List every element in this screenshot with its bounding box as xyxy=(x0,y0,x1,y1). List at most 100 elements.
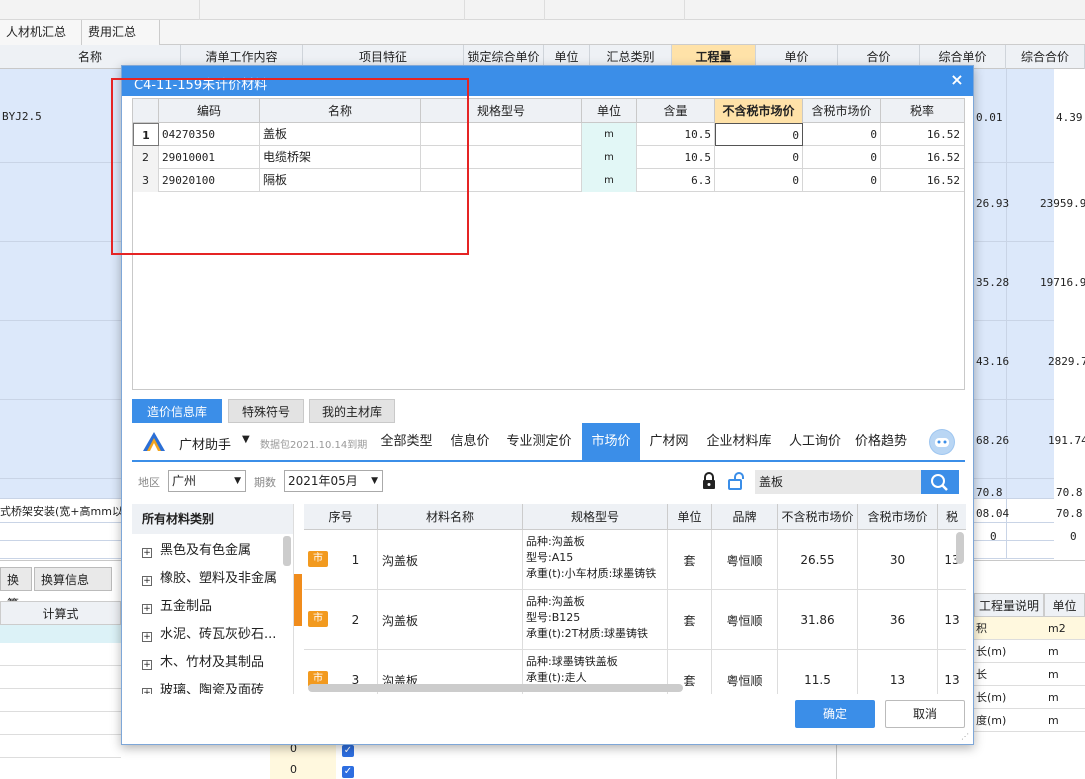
lower-header-unit[interactable]: 单位 xyxy=(1044,593,1085,617)
tree-header[interactable]: 所有材料类别 xyxy=(132,504,293,534)
table-row[interactable]: 3 29020100 隔板 m 6.3 0 0 16.52 xyxy=(133,169,964,192)
cell-unit[interactable]: m xyxy=(582,169,637,192)
col-name[interactable]: 名称 xyxy=(260,99,421,123)
cell-qty[interactable]: 10.5 xyxy=(637,146,715,169)
collapse-panel-handle[interactable] xyxy=(294,574,302,626)
expand-icon[interactable]: + xyxy=(142,688,152,694)
cell-price-in-tax[interactable]: 0 xyxy=(803,123,881,146)
col-unit[interactable]: 单位 xyxy=(668,504,712,530)
row-index[interactable]: 1 xyxy=(133,123,159,146)
cell-price-ex-tax[interactable]: 0 xyxy=(715,146,803,169)
lock-icon[interactable] xyxy=(699,471,719,491)
col-qty[interactable]: 含量 xyxy=(637,99,715,123)
col-price-in-tax[interactable]: 含税市场价 xyxy=(803,99,881,123)
chevron-down-icon[interactable]: ▼ xyxy=(242,434,250,445)
search-input[interactable]: 盖板 xyxy=(755,470,921,494)
cell-code[interactable]: 04270350 xyxy=(159,123,260,146)
expand-icon[interactable]: + xyxy=(142,576,152,586)
tree-item[interactable]: + 木、竹材及其制品 xyxy=(132,649,264,677)
cell-tax-rate[interactable]: 16.52 xyxy=(881,146,963,169)
row-index[interactable]: 3 xyxy=(133,169,159,192)
nav-market-price[interactable]: 市场价 xyxy=(582,423,640,460)
tab-fee-summary[interactable]: 费用汇总 xyxy=(82,20,160,45)
tab-price-info-library[interactable]: 造价信息库 xyxy=(132,399,222,423)
nav-professional-price[interactable]: 专业测定价 xyxy=(499,423,579,460)
cell-tax-rate[interactable]: 16.52 xyxy=(881,123,963,146)
tree-item[interactable]: + 黑色及有色金属 xyxy=(132,537,251,565)
table-row[interactable]: 1 04270350 盖板 m 10.5 0 0 16.52 xyxy=(133,123,964,146)
assistant-avatar-icon[interactable] xyxy=(929,429,955,455)
tree-item[interactable]: + 玻璃、陶瓷及面砖 xyxy=(132,677,264,694)
nav-labor-inquiry[interactable]: 人工询价 xyxy=(782,423,848,460)
close-icon[interactable]: × xyxy=(947,70,967,90)
row-index[interactable]: 2 xyxy=(133,146,159,169)
nav-info-price[interactable]: 信息价 xyxy=(444,423,496,460)
expand-icon[interactable]: + xyxy=(142,632,152,642)
col-tax[interactable]: 税 xyxy=(938,504,966,530)
col-code[interactable]: 编码 xyxy=(159,99,260,123)
lower-header-desc[interactable]: 工程量说明 xyxy=(974,593,1044,617)
cell-spec[interactable] xyxy=(421,123,582,146)
vertical-scrollbar[interactable] xyxy=(956,532,964,564)
tab-conversion[interactable]: 换算 xyxy=(0,567,32,611)
cell-name[interactable]: 隔板 xyxy=(260,169,421,192)
horizontal-scrollbar[interactable] xyxy=(308,684,683,692)
col-unit[interactable]: 单位 xyxy=(582,99,637,123)
dialog-titlebar[interactable]: C4-11-159未计价材料 × xyxy=(122,66,973,96)
nav-gcw[interactable]: 广材网 xyxy=(642,423,696,460)
cell-qty[interactable]: 10.5 xyxy=(637,123,715,146)
cell-name[interactable]: 盖板 xyxy=(260,123,421,146)
tab-my-materials[interactable]: 我的主材库 xyxy=(309,399,395,423)
tab-material-summary[interactable]: 人材机汇总 xyxy=(0,20,82,45)
confirm-button[interactable]: 确定 xyxy=(795,700,875,728)
col-spec[interactable]: 规格型号 xyxy=(421,99,582,123)
tree-item[interactable]: + 五金制品 xyxy=(132,593,212,621)
cell-tax-rate[interactable]: 16.52 xyxy=(881,169,963,192)
cell-spec[interactable] xyxy=(421,169,582,192)
col-price-ex-tax[interactable]: 不含税市场价 xyxy=(715,99,803,123)
cell-unit[interactable]: m xyxy=(582,146,637,169)
tab-special-symbols[interactable]: 特殊符号 xyxy=(228,399,304,423)
period-select[interactable]: 2021年05月 ▼ xyxy=(284,470,383,492)
cell-code[interactable]: 29010001 xyxy=(159,146,260,169)
tree-item[interactable]: + 橡胶、塑料及非金属 xyxy=(132,565,277,593)
col-price-in-tax[interactable]: 含税市场价 xyxy=(858,504,938,530)
cell-price-in-tax[interactable]: 0 xyxy=(803,169,881,192)
table-row[interactable]: 2 29010001 电缆桥架 m 10.5 0 0 16.52 xyxy=(133,146,964,169)
col-spec[interactable]: 规格型号 xyxy=(523,504,668,530)
nav-price-trend[interactable]: 价格趋势 xyxy=(851,423,911,460)
expand-icon[interactable]: + xyxy=(142,660,152,670)
result-row[interactable]: 市 1 沟盖板 品种:沟盖板 型号:A15 承重(t):小车材质:球墨铸铁 套 … xyxy=(304,530,966,590)
result-row[interactable]: 市 2 沟盖板 品种:沟盖板 型号:B125 承重(t):2T材质:球墨铸铁 套… xyxy=(304,590,966,650)
cell-price-ex-tax[interactable]: 0 xyxy=(715,123,803,146)
checkbox[interactable]: ✓ xyxy=(342,763,354,778)
col-brand[interactable]: 品牌 xyxy=(712,504,778,530)
col-material-name[interactable]: 材料名称 xyxy=(378,504,523,530)
cell-name[interactable]: 电缆桥架 xyxy=(260,146,421,169)
tree-item[interactable]: + 水泥、砖瓦灰砂石... xyxy=(132,621,276,649)
cell-unit[interactable]: m xyxy=(582,123,637,146)
region-select[interactable]: 广州 ▼ xyxy=(168,470,246,492)
cell-spec[interactable] xyxy=(421,146,582,169)
col-price-ex-tax[interactable]: 不含税市场价 xyxy=(778,504,858,530)
cell-qty[interactable]: 6.3 xyxy=(637,169,715,192)
cancel-button[interactable]: 取消 xyxy=(885,700,965,728)
resize-grip-icon[interactable]: ⋰ xyxy=(961,732,971,742)
nav-enterprise-library[interactable]: 企业材料库 xyxy=(699,423,779,460)
nav-all-types[interactable]: 全部类型 xyxy=(374,423,439,460)
cell-price-ex-tax[interactable]: 0 xyxy=(715,169,803,192)
brand-name[interactable]: 广材助手 xyxy=(179,434,231,453)
tab-conversion-info[interactable]: 换算信息 xyxy=(34,567,112,591)
search-button[interactable] xyxy=(921,470,959,494)
value-cell: 70.8 xyxy=(976,486,1003,499)
unlock-icon[interactable] xyxy=(726,471,746,491)
col-tax-rate[interactable]: 税率 xyxy=(881,99,963,123)
col-no[interactable]: 序号 xyxy=(304,504,378,530)
expand-icon[interactable]: + xyxy=(142,548,152,558)
tree-scrollbar[interactable] xyxy=(283,536,291,566)
cell-price-in-tax[interactable]: 0 xyxy=(803,146,881,169)
lower-header-formula[interactable]: 计算式 xyxy=(0,601,121,625)
expand-icon[interactable]: + xyxy=(142,604,152,614)
cell-code[interactable]: 29020100 xyxy=(159,169,260,192)
header-composite-total[interactable]: 综合合价 xyxy=(1006,45,1085,69)
